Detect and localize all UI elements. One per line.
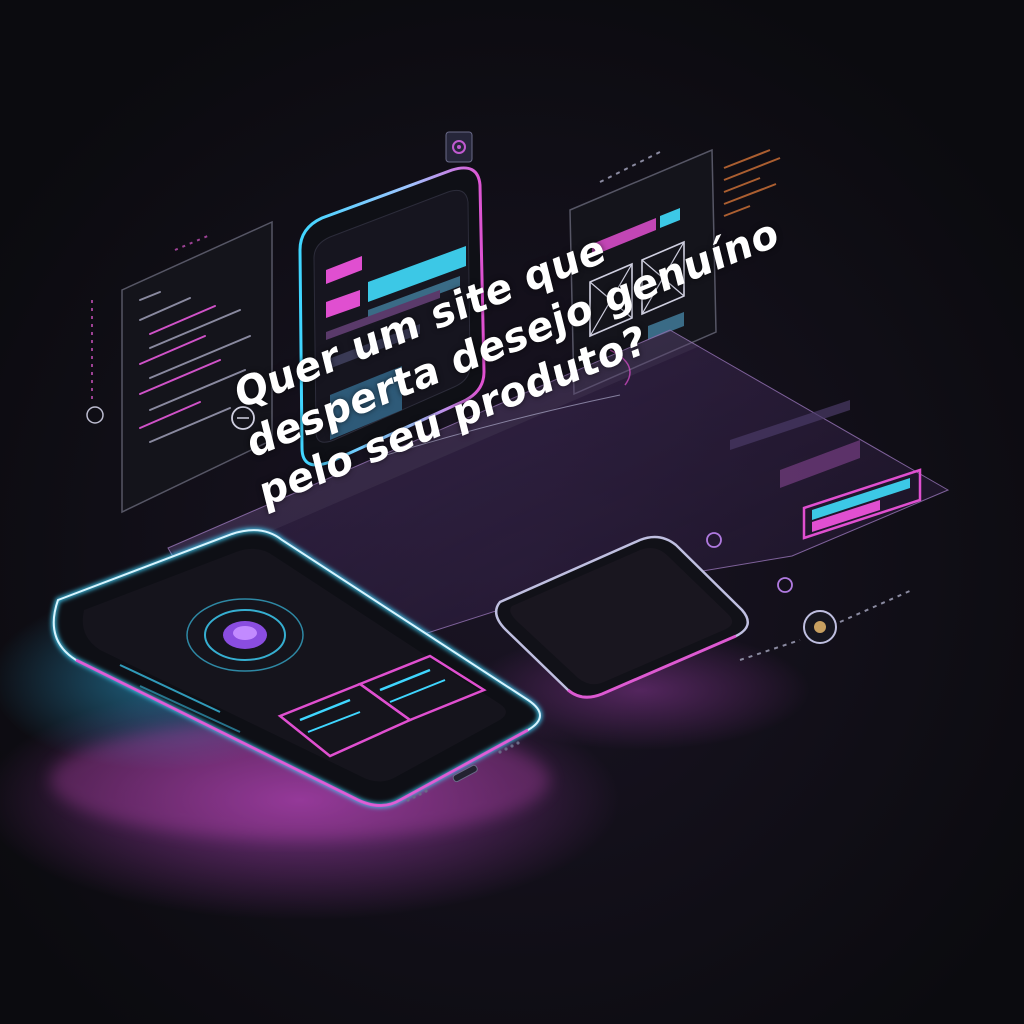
isometric-devices-artwork — [0, 0, 1024, 1024]
target-icon — [186, 598, 304, 672]
hero-illustration: Quer um site que desperta desejo genuíno… — [0, 0, 1024, 1024]
gear-icon — [445, 131, 473, 163]
circle-badge-icon — [803, 610, 837, 644]
